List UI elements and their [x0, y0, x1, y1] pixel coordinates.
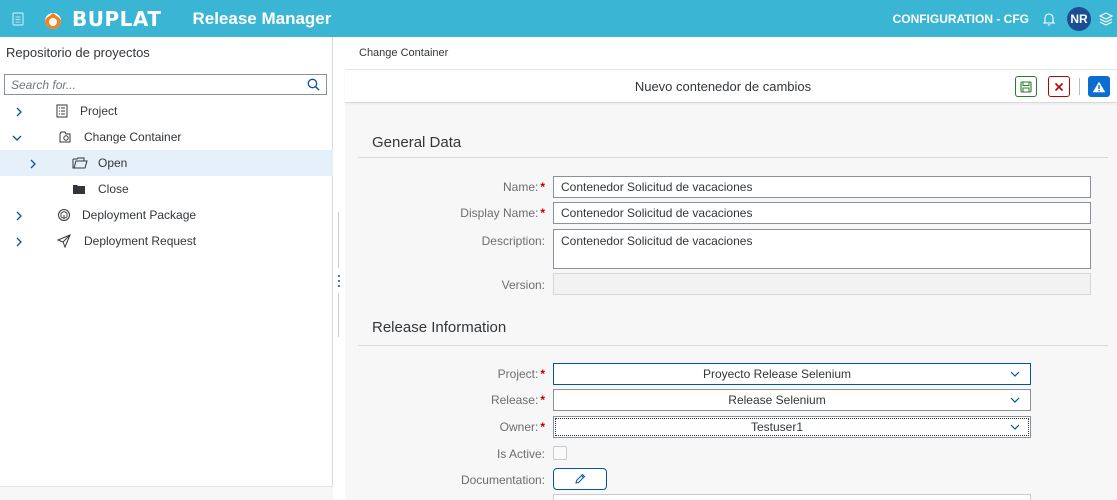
configuration-label[interactable]: CONFIGURATION - CFG — [893, 12, 1029, 26]
tree-item-label: Change Container — [84, 130, 182, 144]
warning-icon — [1092, 81, 1106, 92]
release-select[interactable]: Release Selenium — [553, 389, 1031, 411]
tree-item-label: Close — [98, 182, 129, 196]
description-label: Description: — [481, 234, 545, 248]
detail-pane: Change Container Nuevo contenedor de cam… — [345, 37, 1117, 500]
chevron-right-icon[interactable] — [14, 210, 24, 221]
owner-label-text: Owner: — [499, 420, 539, 434]
chevron-down-icon[interactable] — [1000, 417, 1030, 437]
required-marker: * — [540, 420, 545, 434]
chevron-down-icon[interactable] — [12, 132, 22, 142]
description-field[interactable]: Contenedor Solicitud de vacaciones — [553, 229, 1091, 269]
repository-title: Repositorio de proyectos — [6, 45, 150, 60]
chevron-right-icon[interactable] — [28, 158, 38, 169]
documentation-edit-button[interactable] — [553, 468, 607, 490]
brand-logo-icon — [42, 8, 64, 30]
general-data-title: General Data — [372, 134, 462, 151]
close-icon — [1054, 82, 1064, 91]
tree-item-label: Open — [98, 156, 128, 170]
left-pane-footer — [0, 486, 333, 500]
release-select-value: Release Selenium — [728, 393, 826, 407]
pane-splitter[interactable] — [333, 37, 345, 500]
display-name-field[interactable]: Contenedor Solicitud de vacaciones — [553, 202, 1091, 224]
chevron-right-icon[interactable] — [14, 106, 24, 117]
tree-item-deployment-request[interactable]: Deployment Request — [0, 228, 333, 254]
search-box — [4, 74, 327, 95]
brand-logo[interactable]: BUPLAT — [42, 7, 161, 31]
warning-button[interactable] — [1088, 76, 1110, 97]
app-header: BUPLAT Release Manager CONFIGURATION - C… — [0, 0, 1117, 37]
brand-name: BUPLAT — [72, 6, 162, 31]
project-label-text: Project: — [497, 367, 539, 381]
package-icon — [57, 208, 71, 222]
tree-item-change-container[interactable]: Change Container — [0, 124, 333, 150]
notification-bell-icon[interactable] — [1041, 11, 1057, 27]
cancel-button[interactable] — [1048, 76, 1070, 97]
release-info-title: Release Information — [372, 319, 507, 336]
chevron-down-icon[interactable] — [1000, 364, 1030, 384]
save-icon — [1020, 80, 1032, 93]
tree-item-deployment-package[interactable]: Deployment Package — [0, 202, 333, 228]
name-label: Name: * — [345, 180, 545, 194]
chevron-down-icon[interactable] — [1000, 390, 1030, 410]
display-name-label-text: Display Name: — [460, 206, 539, 220]
menu-icon[interactable] — [10, 11, 26, 27]
toolbar-separator — [1079, 78, 1080, 95]
breadcrumb: Change Container — [345, 37, 1117, 70]
paper-plane-icon — [56, 234, 71, 249]
version-label: Version: — [501, 278, 545, 292]
owner-label: Owner: * — [345, 420, 545, 434]
next-field[interactable] — [553, 494, 1031, 500]
version-field — [553, 273, 1091, 295]
section-divider — [358, 345, 1108, 346]
tree-item-project[interactable]: Project — [0, 98, 333, 124]
layers-icon[interactable] — [1098, 11, 1114, 27]
is-active-label: Is Active: — [496, 447, 545, 461]
save-button[interactable] — [1015, 76, 1037, 97]
documentation-label: Documentation: — [460, 473, 545, 487]
is-active-checkbox[interactable] — [553, 446, 567, 460]
name-label-text: Name: — [502, 180, 539, 194]
tree-item-open[interactable]: Open — [0, 150, 333, 176]
form-title: Nuevo contenedor de cambios — [634, 79, 812, 94]
required-marker: * — [540, 367, 545, 381]
form-toolbar: Nuevo contenedor de cambios — [345, 70, 1117, 103]
release-label-text: Release: — [490, 393, 539, 407]
document-list-icon — [55, 104, 69, 118]
repository-tree: Project Change Container Open Close Depl… — [0, 98, 333, 254]
closed-folder-icon — [72, 182, 86, 196]
display-name-label: Display Name: * — [345, 206, 545, 220]
name-field[interactable]: Contenedor Solicitud de vacaciones — [553, 176, 1091, 198]
splitter-bar — [338, 293, 339, 337]
tree-item-label: Deployment Package — [82, 208, 197, 222]
splitter-bar — [338, 212, 339, 268]
required-marker: * — [540, 393, 545, 407]
tree-item-label: Project — [80, 104, 118, 118]
user-avatar[interactable]: NR — [1067, 6, 1091, 31]
required-marker: * — [540, 206, 545, 220]
release-label: Release: * — [345, 393, 545, 407]
app-title: Release Manager — [192, 8, 332, 28]
tree-item-label: Deployment Request — [84, 234, 197, 248]
search-input[interactable] — [5, 75, 295, 94]
splitter-grip-icon[interactable] — [337, 274, 341, 288]
required-marker: * — [540, 180, 545, 194]
section-divider — [358, 157, 1108, 158]
pencil-icon — [575, 473, 586, 484]
owner-select-value: Testuser1 — [750, 420, 804, 434]
project-label: Project: * — [345, 367, 545, 381]
tree-item-close[interactable]: Close — [0, 176, 333, 202]
owner-select[interactable]: Testuser1 — [553, 416, 1031, 438]
open-folder-icon — [72, 156, 88, 170]
project-select-value: Proyecto Release Selenium — [702, 367, 852, 381]
search-icon[interactable] — [307, 78, 320, 91]
chevron-right-icon[interactable] — [14, 236, 24, 247]
container-icon — [58, 130, 72, 144]
project-repository-pane: Repositorio de proyectos Project Change … — [0, 37, 333, 500]
project-select[interactable]: Proyecto Release Selenium — [553, 363, 1031, 385]
